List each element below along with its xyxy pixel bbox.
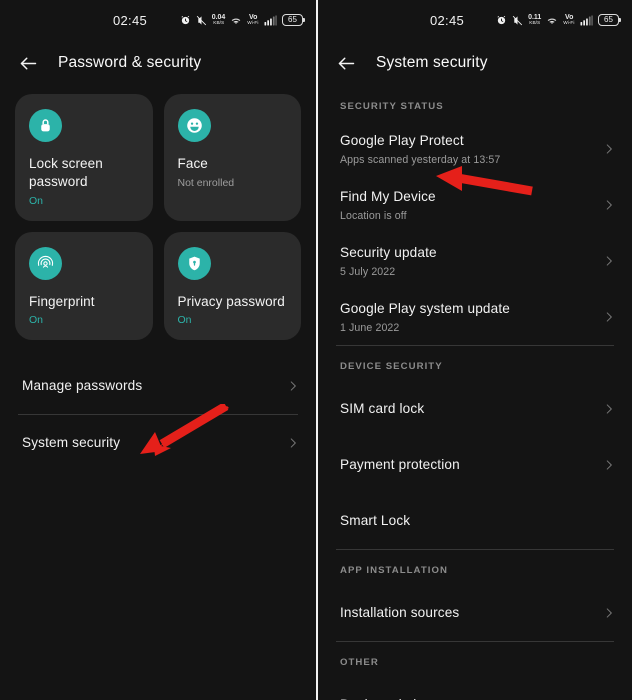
dual-screenshot-container: 02:45 0.04 KB/S Vo Wi-Fi 65 Password & s… (0, 0, 632, 700)
mute-icon (512, 15, 523, 26)
card-title: Privacy password (177, 293, 285, 309)
face-icon (177, 109, 211, 142)
section-other: OTHER Device admin apps (318, 642, 632, 700)
list-item-google-play-system-update[interactable]: Google Play system update 1 June 2022 (318, 289, 632, 345)
page-title: Password & security (58, 54, 202, 71)
back-arrow-icon[interactable] (18, 53, 39, 74)
card-title: Lock screen password (29, 156, 103, 189)
chevron-right-icon (602, 458, 616, 472)
left-phone-screen: 02:45 0.04 KB/S Vo Wi-Fi 65 Password & s… (0, 0, 316, 700)
battery-icon: 65 (598, 14, 621, 26)
fingerprint-icon (29, 246, 62, 280)
card-status: On (29, 194, 44, 207)
settings-list: Manage passwords System security (0, 358, 316, 471)
status-bar: 02:45 0.11 KB/S Vo Wi-Fi 65 (318, 0, 632, 40)
card-face[interactable]: Face Not enrolled (163, 94, 301, 221)
app-bar: System security (318, 40, 632, 86)
row-title: Google Play system update (340, 301, 510, 316)
card-fingerprint[interactable]: Fingerprint On (15, 231, 153, 341)
chevron-right-icon (602, 606, 616, 620)
row-title: Google Play Protect (340, 133, 464, 148)
list-item-smart-lock[interactable]: Smart Lock (318, 493, 632, 549)
vowifi-icon: Vo Wi-Fi (563, 14, 575, 26)
chevron-right-icon (602, 198, 616, 212)
wifi-icon (230, 15, 242, 26)
row-title: System security (22, 435, 121, 451)
chevron-right-icon (602, 142, 616, 156)
status-bar: 02:45 0.04 KB/S Vo Wi-Fi 65 (0, 0, 316, 40)
row-title: Find My Device (340, 189, 436, 204)
wifi-icon (546, 15, 558, 26)
mute-icon (196, 15, 207, 26)
section-header: OTHER (340, 657, 379, 668)
card-title: Fingerprint (29, 293, 95, 309)
list-item-system-security[interactable]: System security (0, 415, 316, 471)
row-subtitle: 1 June 2022 (340, 322, 400, 334)
vowifi-icon: Vo Wi-Fi (247, 14, 259, 26)
card-status: Not enrolled (177, 176, 235, 189)
signal-icon (580, 15, 593, 26)
status-bar-icons: 0.04 KB/S Vo Wi-Fi 65 (180, 0, 305, 40)
row-title: Installation sources (340, 605, 460, 620)
chevron-right-icon (286, 436, 300, 450)
chevron-right-icon (286, 379, 300, 393)
chevron-right-icon (602, 402, 616, 416)
list-item-installation-sources[interactable]: Installation sources (318, 585, 632, 641)
row-title: Payment protection (340, 457, 460, 472)
signal-icon (264, 15, 277, 26)
status-bar-icons: 0.11 KB/S Vo Wi-Fi 65 (496, 0, 621, 40)
lock-icon (29, 109, 62, 142)
alarm-icon (180, 15, 191, 26)
list-item-google-play-protect[interactable]: Google Play Protect Apps scanned yesterd… (318, 121, 632, 177)
list-item-sim-card-lock[interactable]: SIM card lock (318, 381, 632, 437)
list-item-device-admin-apps[interactable]: Device admin apps (318, 677, 632, 700)
right-phone-screen: 02:45 0.11 KB/S Vo Wi-Fi 65 System secur… (316, 0, 632, 700)
section-header: SECURITY STATUS (340, 101, 444, 112)
chevron-right-icon (602, 310, 616, 324)
chevron-right-icon (602, 254, 616, 268)
list-item-security-update[interactable]: Security update 5 July 2022 (318, 233, 632, 289)
battery-icon: 65 (282, 14, 305, 26)
network-speed-indicator: 0.11 KB/S (528, 14, 541, 26)
app-bar: Password & security (0, 40, 316, 86)
row-title: SIM card lock (340, 401, 425, 416)
list-item-manage-passwords[interactable]: Manage passwords (0, 358, 316, 414)
privacy-shield-icon (177, 246, 211, 280)
section-app-installation: APP INSTALLATION Installation sources (318, 550, 632, 641)
security-feature-cards: Lock screen password On Face Not enrolle… (0, 86, 316, 341)
section-header: APP INSTALLATION (340, 565, 448, 576)
card-lock-screen-password[interactable]: Lock screen password On (15, 94, 153, 221)
row-subtitle: 5 July 2022 (340, 266, 396, 278)
alarm-icon (496, 15, 507, 26)
card-title: Face (177, 156, 208, 171)
row-title: Security update (340, 245, 437, 260)
section-security-status: SECURITY STATUS Google Play Protect Apps… (318, 86, 632, 345)
card-status: On (177, 314, 192, 327)
card-privacy-password[interactable]: Privacy password On (163, 231, 301, 341)
row-title: Manage passwords (22, 378, 143, 394)
network-speed-unit: KB/S (529, 20, 541, 26)
page-title: System security (376, 54, 488, 71)
network-speed-indicator: 0.04 KB/S (212, 14, 226, 26)
row-subtitle: Apps scanned yesterday at 13:57 (340, 154, 501, 166)
section-header: DEVICE SECURITY (340, 361, 443, 372)
back-arrow-icon[interactable] (336, 53, 357, 74)
network-speed-unit: KB/S (213, 20, 224, 26)
list-item-find-my-device[interactable]: Find My Device Location is off (318, 177, 632, 233)
card-status: On (29, 314, 44, 327)
row-title: Smart Lock (340, 513, 411, 528)
row-subtitle: Location is off (340, 210, 407, 222)
section-device-security: DEVICE SECURITY SIM card lock Payment pr… (318, 346, 632, 549)
list-item-payment-protection[interactable]: Payment protection (318, 437, 632, 493)
